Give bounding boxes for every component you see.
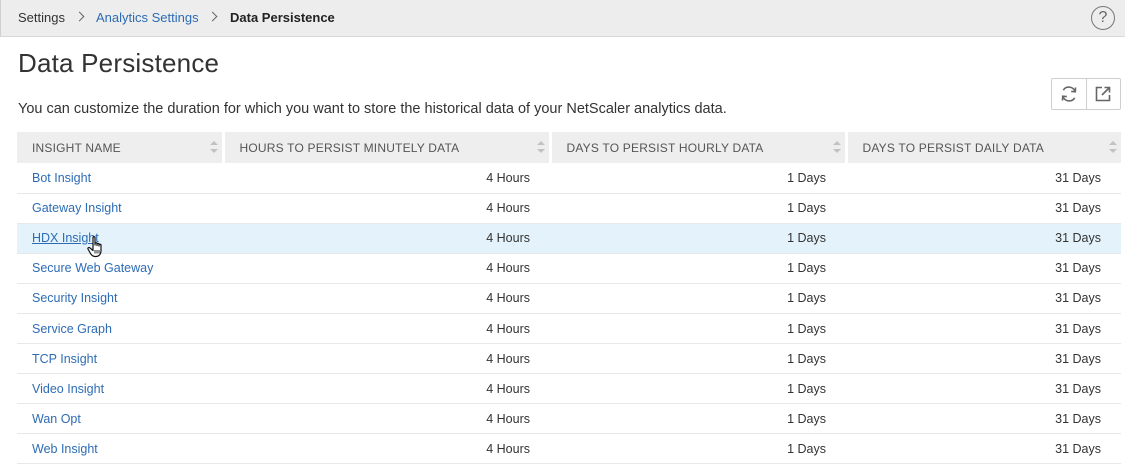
table-row[interactable]: Gateway Insight 4 Hours 1 Days 31 Days xyxy=(17,193,1121,224)
refresh-icon xyxy=(1061,86,1077,102)
page-title: Data Persistence xyxy=(18,48,220,78)
daily-value-cell: 31 Days xyxy=(846,373,1121,405)
external-link-icon xyxy=(1096,86,1111,102)
column-header-minutely[interactable]: HOURS TO PERSIST MINUTELY DATA xyxy=(223,132,552,163)
hourly-value-cell: 1 Days xyxy=(550,283,846,314)
minutely-value-cell: 4 Hours xyxy=(223,193,550,224)
insight-name-link[interactable]: Gateway Insight xyxy=(32,201,122,215)
daily-value-cell: 31 Days xyxy=(846,343,1121,375)
insight-name-link[interactable]: TCP Insight xyxy=(32,352,97,366)
minutely-value-cell: 4 Hours xyxy=(223,433,550,465)
insight-name-cell: TCP Insight xyxy=(17,343,223,375)
table-row[interactable]: Bot Insight 4 Hours 1 Days 31 Days xyxy=(17,163,1121,194)
hourly-value-cell: 1 Days xyxy=(550,193,846,224)
daily-value-cell: 31 Days xyxy=(846,283,1121,314)
daily-value-cell: 31 Days xyxy=(846,193,1121,224)
insight-name-cell: Secure Web Gateway xyxy=(17,253,223,284)
table-row[interactable]: Secure Web Gateway 4 Hours 1 Days 31 Days xyxy=(17,253,1121,284)
hourly-value-cell: 1 Days xyxy=(550,373,846,405)
table-row[interactable]: Service Graph 4 Hours 1 Days 31 Days xyxy=(17,313,1121,345)
export-button[interactable] xyxy=(1085,79,1120,109)
sort-icon xyxy=(536,141,545,153)
table-row[interactable]: Security Insight 4 Hours 1 Days 31 Days xyxy=(17,283,1121,314)
insight-name-cell: Video Insight xyxy=(17,373,223,405)
hourly-value-cell: 1 Days xyxy=(550,253,846,284)
minutely-value-cell: 4 Hours xyxy=(223,403,550,435)
table-row[interactable]: Web Insight 4 Hours 1 Days 31 Days xyxy=(17,433,1121,465)
breadcrumb-separator-icon xyxy=(207,11,218,22)
insight-name-link[interactable]: Service Graph xyxy=(32,322,112,336)
minutely-value-cell: 4 Hours xyxy=(223,283,550,314)
column-header-insight-name[interactable]: INSIGHT NAME xyxy=(17,132,225,163)
insight-name-link[interactable]: Video Insight xyxy=(32,382,104,396)
hourly-value-cell: 1 Days xyxy=(550,163,846,194)
breadcrumb-separator-icon xyxy=(74,11,85,22)
daily-value-cell: 31 Days xyxy=(846,253,1121,284)
daily-value-cell: 31 Days xyxy=(846,403,1121,435)
daily-value-cell: 31 Days xyxy=(846,433,1121,465)
hourly-value-cell: 1 Days xyxy=(550,313,846,345)
breadcrumb-current: Data Persistence xyxy=(230,10,335,25)
sort-icon xyxy=(1109,141,1117,153)
daily-value-cell: 31 Days xyxy=(846,223,1121,254)
breadcrumb-analytics-settings[interactable]: Analytics Settings xyxy=(96,10,199,25)
insight-name-link[interactable]: Bot Insight xyxy=(32,171,91,185)
minutely-value-cell: 4 Hours xyxy=(223,373,550,405)
insight-name-cell: Security Insight xyxy=(17,283,223,314)
minutely-value-cell: 4 Hours xyxy=(223,343,550,375)
insight-name-cell: Wan Opt xyxy=(17,403,223,435)
hourly-value-cell: 1 Days xyxy=(550,433,846,465)
persistence-table: INSIGHT NAME HOURS TO PERSIST MINUTELY D… xyxy=(17,132,1121,465)
insight-name-link[interactable]: Secure Web Gateway xyxy=(32,261,153,275)
toolbar xyxy=(1051,78,1121,110)
insight-name-cell: Bot Insight xyxy=(17,163,223,194)
breadcrumb-settings[interactable]: Settings xyxy=(18,10,65,25)
insight-name-link[interactable]: Security Insight xyxy=(32,291,117,305)
table-header-row: INSIGHT NAME HOURS TO PERSIST MINUTELY D… xyxy=(17,132,1121,163)
insight-name-cell: HDX Insight xyxy=(17,223,223,254)
insight-name-cell: Web Insight xyxy=(17,433,223,465)
minutely-value-cell: 4 Hours xyxy=(223,253,550,284)
page-description: You can customize the duration for which… xyxy=(18,101,727,117)
column-header-daily[interactable]: DAYS TO PERSIST DAILY DATA xyxy=(846,132,1121,163)
refresh-button[interactable] xyxy=(1052,79,1086,109)
sort-icon xyxy=(209,141,218,153)
insight-name-link[interactable]: Wan Opt xyxy=(32,412,81,426)
hourly-value-cell: 1 Days xyxy=(550,223,846,254)
insight-name-cell: Gateway Insight xyxy=(17,193,223,224)
help-icon[interactable]: ? xyxy=(1091,6,1115,30)
hourly-value-cell: 1 Days xyxy=(550,343,846,375)
top-bar: Settings Analytics Settings Data Persist… xyxy=(0,0,1125,37)
table-row[interactable]: HDX Insight 4 Hours 1 Days 31 Days xyxy=(17,223,1121,254)
insight-name-cell: Service Graph xyxy=(17,313,223,345)
insight-name-link[interactable]: HDX Insight xyxy=(32,231,99,245)
daily-value-cell: 31 Days xyxy=(846,313,1121,345)
minutely-value-cell: 4 Hours xyxy=(223,163,550,194)
minutely-value-cell: 4 Hours xyxy=(223,223,550,254)
minutely-value-cell: 4 Hours xyxy=(223,313,550,345)
table-row[interactable]: Wan Opt 4 Hours 1 Days 31 Days xyxy=(17,403,1121,435)
hourly-value-cell: 1 Days xyxy=(550,403,846,435)
table-row[interactable]: Video Insight 4 Hours 1 Days 31 Days xyxy=(17,373,1121,405)
column-header-hourly[interactable]: DAYS TO PERSIST HOURLY DATA xyxy=(550,132,848,163)
sort-icon xyxy=(832,141,841,153)
insight-name-link[interactable]: Web Insight xyxy=(32,442,98,456)
daily-value-cell: 31 Days xyxy=(846,163,1121,194)
table-row[interactable]: TCP Insight 4 Hours 1 Days 31 Days xyxy=(17,343,1121,375)
